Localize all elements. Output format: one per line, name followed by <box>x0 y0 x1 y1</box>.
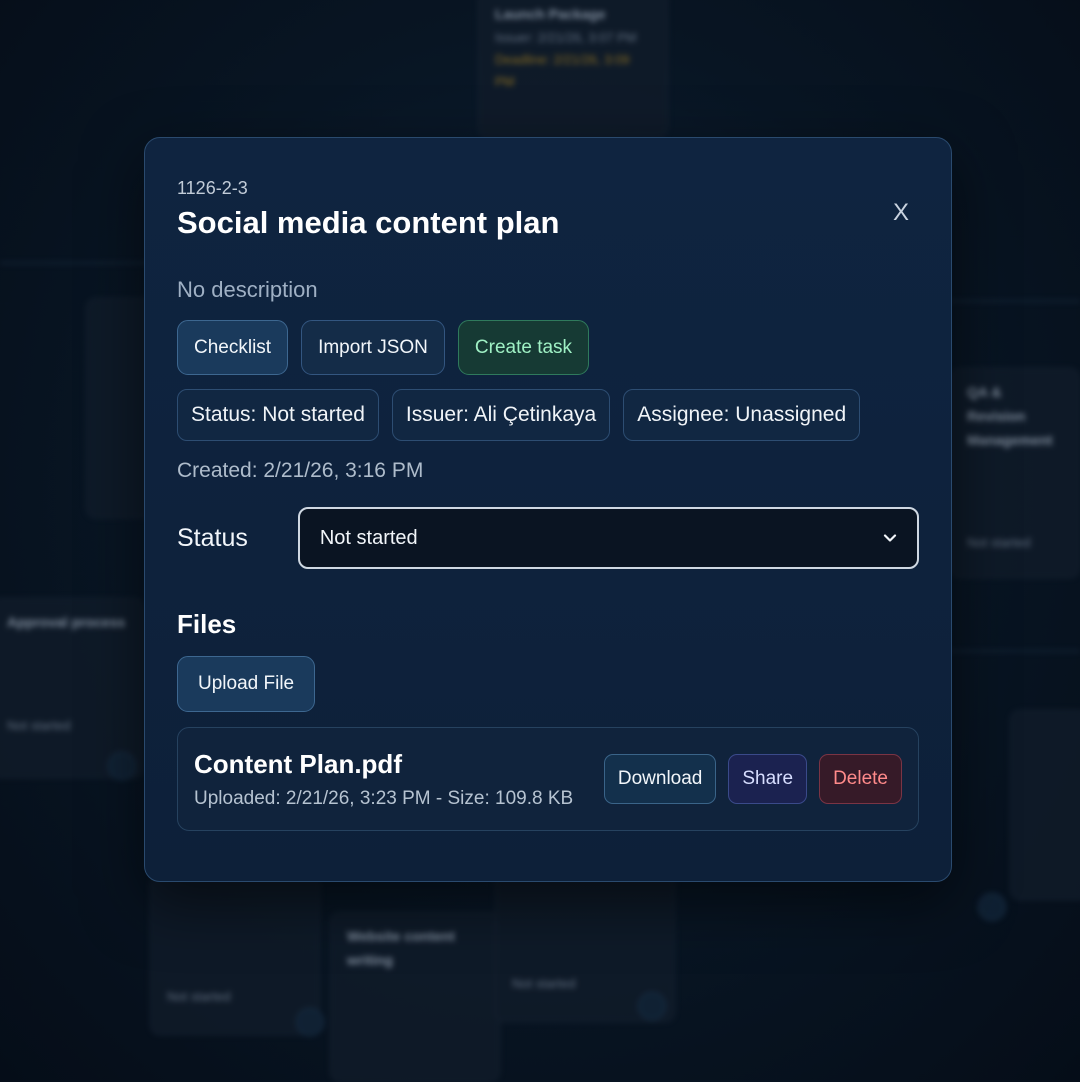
info-chips: Status: Not started Issuer: Ali Çetinkay… <box>177 389 919 441</box>
board-card-status: Not started <box>167 989 231 1004</box>
board-card-status: Not started <box>7 717 71 733</box>
board-card-deadline: Deadline: 2/21/26, 3:09 PM <box>495 51 630 89</box>
action-buttons: Checklist Import JSON Create task <box>177 320 919 375</box>
connector-line <box>950 650 1080 652</box>
assignee-chip: Assignee: Unassigned <box>623 389 861 441</box>
file-actions: Download Share Delete <box>603 754 902 804</box>
share-button[interactable]: Share <box>728 754 808 804</box>
issuer-chip: Issuer: Ali Çetinkaya <box>391 389 611 441</box>
board-card-title: Approval process <box>7 614 126 630</box>
board-card-status: Not started <box>967 535 1031 551</box>
board-card[interactable]: QA & Revision Management Not started <box>950 368 1080 578</box>
status-select[interactable]: Not started <box>297 507 919 569</box>
file-name: Content Plan.pdf <box>194 748 402 779</box>
close-button[interactable]: X <box>887 198 915 228</box>
task-detail-modal: 1126-2-3 Social media content plan X No … <box>144 137 952 882</box>
connector-line <box>0 262 150 264</box>
checklist-button[interactable]: Checklist <box>177 320 289 375</box>
task-id: 1126-2-3 <box>177 178 248 198</box>
delete-button[interactable]: Delete <box>819 754 902 804</box>
status-select-value: Not started <box>319 526 418 549</box>
status-field: Status Not started <box>177 507 919 569</box>
add-node-icon[interactable] <box>296 1008 324 1036</box>
download-button[interactable]: Download <box>603 754 717 804</box>
task-title: Social media content plan <box>177 205 560 240</box>
board-card[interactable] <box>1010 710 1080 900</box>
create-task-button[interactable]: Create task <box>457 320 590 375</box>
board-card[interactable]: Not started <box>150 875 320 1035</box>
add-node-icon[interactable] <box>638 992 666 1020</box>
files-heading: Files <box>177 609 237 639</box>
board-card-title: Website content writing <box>347 928 455 968</box>
board-card[interactable]: Approval process Not started <box>0 598 144 778</box>
import-json-button[interactable]: Import JSON <box>301 320 445 375</box>
chevron-down-icon <box>883 534 897 542</box>
file-info: Content Plan.pdf Uploaded: 2/21/26, 3:23… <box>194 749 573 810</box>
status-label: Status <box>177 523 248 552</box>
task-description: No description <box>177 277 318 302</box>
file-item: Content Plan.pdf Uploaded: 2/21/26, 3:23… <box>177 727 919 831</box>
upload-file-button[interactable]: Upload File <box>177 656 316 712</box>
board-card-title: Launch Package <box>495 6 606 22</box>
created-timestamp: Created: 2/21/26, 3:16 PM <box>177 459 424 482</box>
connector-line <box>950 300 1080 302</box>
add-node-icon[interactable] <box>108 752 136 780</box>
board-card[interactable]: Website content writing <box>330 912 500 1082</box>
board-card-title: QA & Revision Management <box>967 384 1053 448</box>
add-node-icon[interactable] <box>978 893 1006 921</box>
file-meta: Uploaded: 2/21/26, 3:23 PM - Size: 109.8… <box>194 787 574 809</box>
status-chip: Status: Not started <box>177 389 379 441</box>
board-card-issuer: Issuer: 2/21/26, 3:07 PM <box>495 29 637 45</box>
board-card[interactable]: Launch Package Issuer: 2/21/26, 3:07 PM … <box>478 0 668 138</box>
board-card-status: Not started <box>512 976 576 991</box>
